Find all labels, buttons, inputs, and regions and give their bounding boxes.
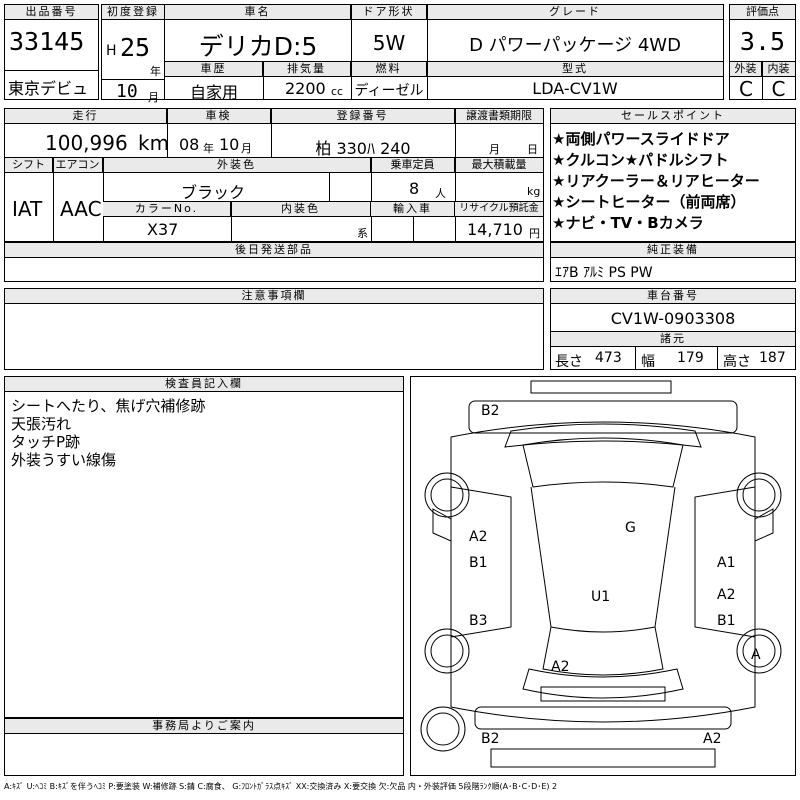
car-name: デリカD:5 <box>198 32 318 61</box>
car-diagram: B2 G A2 B1 A1 A2 B1 U1 B3 A2 A B2 A2 <box>410 376 796 776</box>
damage-mark: A2 <box>717 587 735 603</box>
sales-point: ★両側パワースライドドア <box>552 130 730 148</box>
venue: 東京デビュ <box>8 79 89 98</box>
inspector-notes: シートへたり、焦げ穴補修跡 天張汚れ タッチP跡 外装うすい線傷 <box>11 397 205 469</box>
score: 3.5 <box>739 27 786 56</box>
inspector-note: タッチP跡 <box>11 433 81 451</box>
sales-point: ★シートヒーター（前両席） <box>552 193 746 211</box>
sales-point: ★ナビ・TV・Bカメラ <box>552 214 704 232</box>
exterior-score: C <box>739 77 753 101</box>
damage-mark: A <box>751 647 761 663</box>
aircon: AAC <box>60 197 102 221</box>
damage-mark: B1 <box>717 613 736 629</box>
inspection-month: 10 <box>219 135 240 154</box>
inspector-box: 検査員記入欄 シートへたり、焦げ穴補修跡 天張汚れ タッチP跡 外装うすい線傷 <box>4 376 404 718</box>
recycle-fee: 14,710 <box>467 220 523 239</box>
sales-points-box: セールスポイント ★両側パワースライドドア ★クルコン★パドルシフト ★リアクー… <box>550 108 796 242</box>
equipment: ｴｱB ｱﾙﾐ PS PW <box>555 265 653 281</box>
displacement: 2200 <box>285 79 326 98</box>
history: 自家用 <box>189 83 238 102</box>
office-box: 事務局よりご案内 <box>4 718 404 776</box>
damage-mark: A1 <box>717 555 735 571</box>
lot-box: 出品番号 33145 東京デビュ <box>4 4 99 100</box>
first-reg-header: 初度登録 <box>102 5 164 20</box>
door-type: 5W <box>372 31 406 55</box>
shift: IAT <box>12 197 43 221</box>
lot-number: 33145 <box>9 27 85 56</box>
damage-mark: B2 <box>481 731 500 747</box>
first-reg-box: 初度登録 H 25 年 10 月 <box>101 4 165 104</box>
inspector-note: 外装うすい線傷 <box>11 451 117 469</box>
damage-mark: A2 <box>703 731 721 747</box>
reg-month: 10 <box>116 81 138 102</box>
sales-point: ★クルコン★パドルシフト <box>552 151 729 169</box>
sales-point: ★リアクーラー＆リアヒーター <box>552 172 760 190</box>
length: 473 <box>595 350 622 366</box>
height: 187 <box>759 350 786 366</box>
capacity: 8 <box>409 179 420 198</box>
mileage: 100,996 <box>45 131 128 155</box>
sales-points-list: ★両側パワースライドドア ★クルコン★パドルシフト ★リアクーラー＆リアヒーター… <box>552 129 760 234</box>
inspection-year: 08 <box>179 135 200 154</box>
fuel: ディーゼル <box>354 83 424 99</box>
chassis-box: 車台番号 CV1W-0903308 諸元 長さ 473 幅 179 高さ 187 <box>550 288 796 370</box>
damage-mark: A2 <box>469 529 487 545</box>
later-parts-box: 後日発送部品 <box>4 242 544 282</box>
era: H <box>106 43 117 59</box>
legend: A:ｷｽﾞ U:ﾍｺﾐ B:ｷｽﾞを伴うﾍｺﾐ P:要塗装 W:補修跡 S:錆 … <box>4 782 558 791</box>
reg-year: 25 <box>120 33 151 62</box>
color-no: X37 <box>147 220 179 239</box>
damage-mark: U1 <box>591 589 610 605</box>
car-info-box: 車名 ドア形状 グレード デリカD:5 5W D パワーパッケージ 4WD 車歴… <box>164 4 724 102</box>
grade: D パワーパッケージ 4WD <box>469 35 681 56</box>
exterior-color: ブラック <box>180 183 245 202</box>
damage-mark: B2 <box>481 403 500 419</box>
lot-header: 出品番号 <box>5 5 98 20</box>
damage-mark: B1 <box>469 555 488 571</box>
chassis-number: CV1W-0903308 <box>610 309 736 328</box>
inspector-note: 天張汚れ <box>11 415 72 433</box>
score-box: 評価点 3.5 外装 内装 C C <box>729 4 796 101</box>
interior-score: C <box>771 77 786 101</box>
width: 179 <box>677 350 704 366</box>
damage-mark: A2 <box>551 659 569 675</box>
model: LDA-CV1W <box>532 79 618 98</box>
damage-mark: B3 <box>469 613 488 629</box>
notes-box: 注意事項欄 <box>4 288 544 370</box>
damage-mark: G <box>625 520 636 536</box>
detail-box: 走行 車検 登録番号 譲渡書類期限 100,996 km 08 年 10 月 柏… <box>4 108 544 242</box>
equipment-box: 純正装備 ｴｱB ｱﾙﾐ PS PW <box>550 242 796 282</box>
inspector-note: シートへたり、焦げ穴補修跡 <box>11 397 206 415</box>
car-outline-svg: B2 G A2 B1 A1 A2 B1 U1 B3 A2 A B2 A2 <box>420 380 782 768</box>
registration-number: 柏 330ﾊ 240 <box>315 139 411 158</box>
